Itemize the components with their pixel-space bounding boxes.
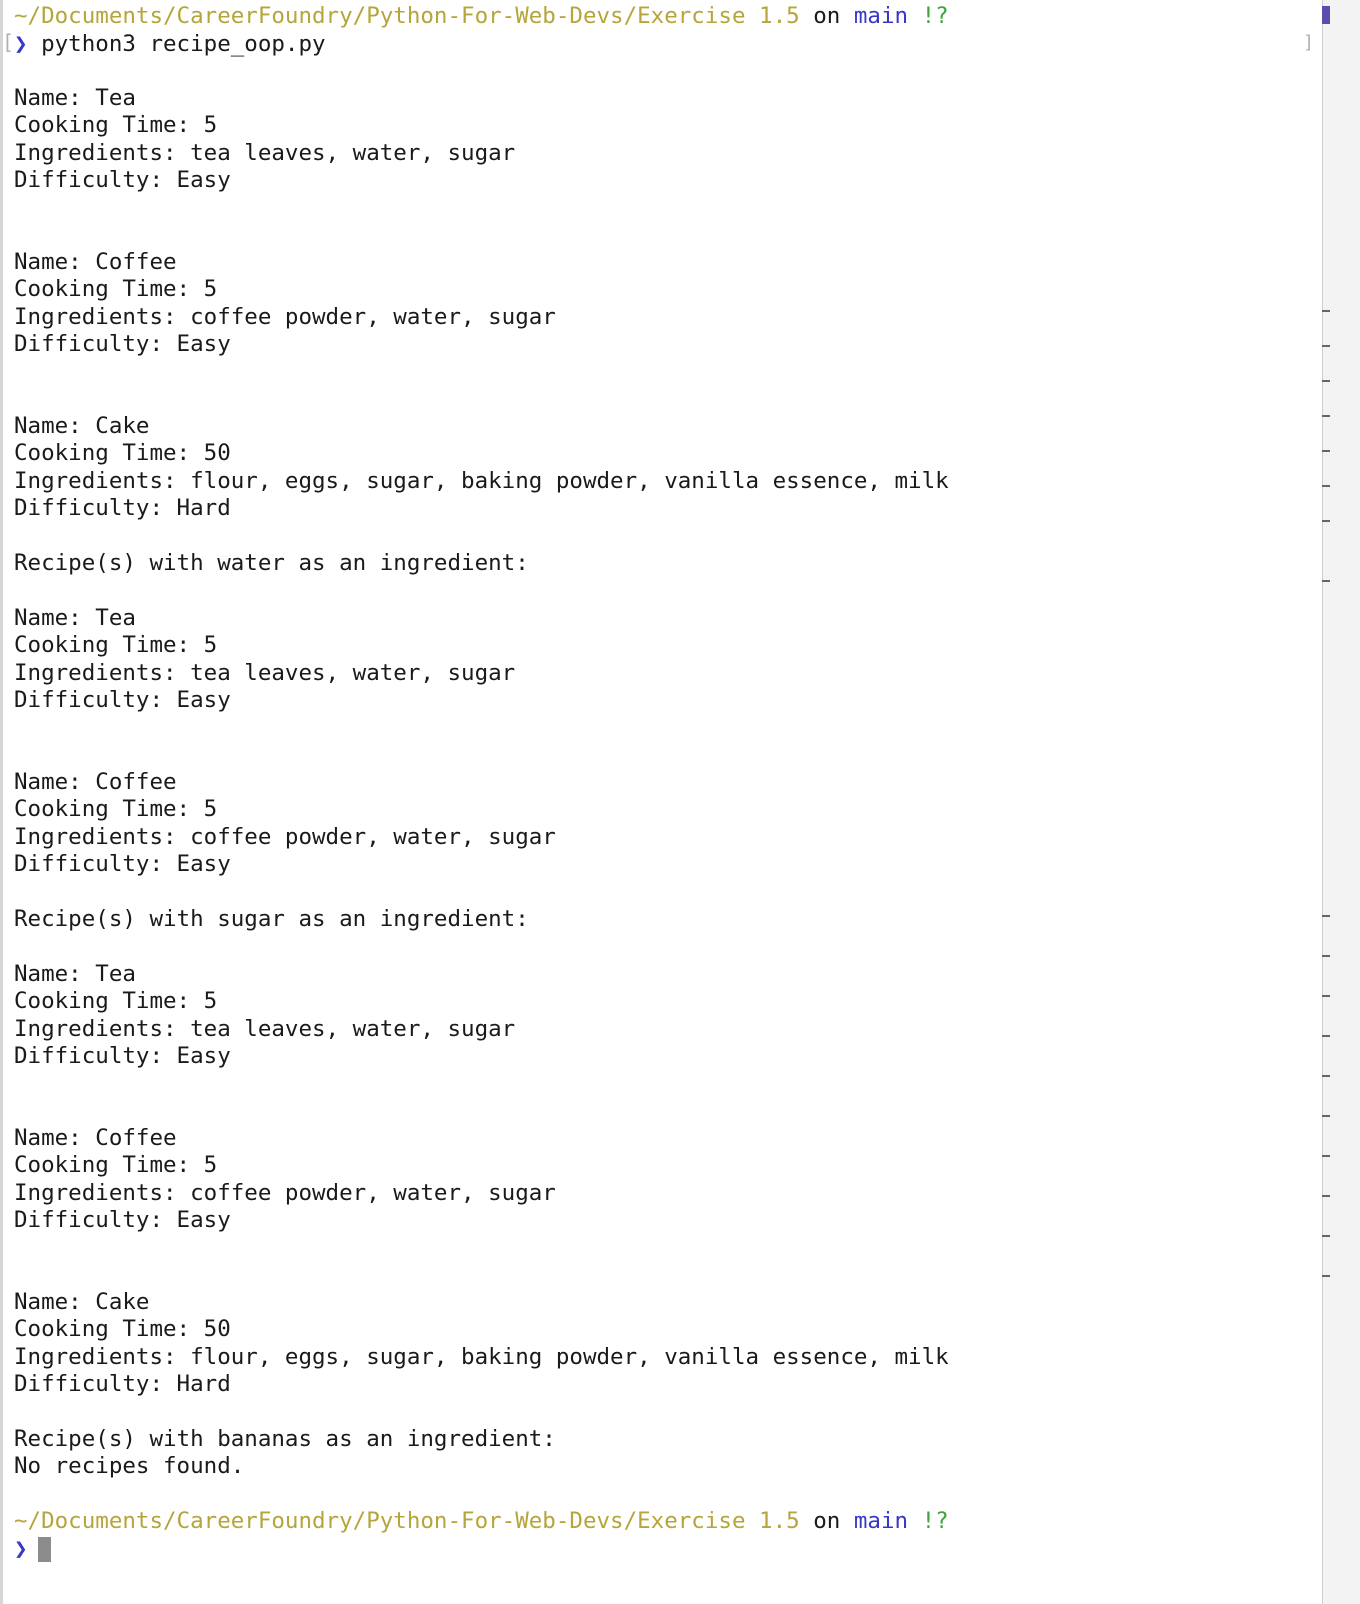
- window-edge: [0, 0, 3, 1604]
- output-line: Recipe(s) with bananas as an ingredient:: [14, 1426, 556, 1452]
- prompt-on: on: [813, 1508, 841, 1534]
- prompt-chevron-icon: ❯: [14, 1536, 28, 1562]
- strip-mark: [1322, 955, 1330, 957]
- text-cursor: [37, 1537, 51, 1562]
- output-line: Name: Coffee: [14, 249, 177, 275]
- strip-mark: [1322, 1235, 1330, 1237]
- output-line: Cooking Time: 5: [14, 632, 218, 658]
- output-line: Name: Cake: [14, 1289, 150, 1315]
- output-line: Cooking Time: 5: [14, 796, 218, 822]
- output-line: Cooking Time: 50: [14, 1316, 231, 1342]
- output-line: Cooking Time: 5: [14, 1152, 218, 1178]
- output-line: Recipe(s) with water as an ingredient:: [14, 550, 529, 576]
- strip-mark: [1322, 1115, 1330, 1117]
- output-line: Difficulty: Easy: [14, 851, 231, 877]
- output-line: Ingredients: coffee powder, water, sugar: [14, 304, 556, 330]
- output-line: Ingredients: tea leaves, water, sugar: [14, 1016, 516, 1042]
- output-line: Ingredients: flour, eggs, sugar, baking …: [14, 468, 949, 494]
- prompt-line: ~/Documents/CareerFoundry/Python-For-Web…: [14, 2, 949, 30]
- prompt-status: !?: [921, 1508, 949, 1534]
- strip-mark: [1322, 310, 1330, 312]
- background-window-strip[interactable]: [1322, 0, 1360, 1604]
- strip-mark: [1322, 995, 1330, 997]
- command-line: ❯ python3 recipe_oop.py: [14, 30, 326, 58]
- strip-mark: [1322, 1035, 1330, 1037]
- command-text: python3 recipe_oop.py: [41, 31, 326, 57]
- output-line: Name: Tea: [14, 85, 136, 111]
- output-line: Recipe(s) with sugar as an ingredient:: [14, 906, 529, 932]
- output-line: Name: Tea: [14, 961, 136, 987]
- output-line: Name: Coffee: [14, 1125, 177, 1151]
- prompt-path: ~/Documents/CareerFoundry/Python-For-Web…: [14, 1508, 800, 1534]
- output-line: Difficulty: Easy: [14, 331, 231, 357]
- strip-mark: [1322, 450, 1330, 452]
- strip-mark: [1322, 1195, 1330, 1197]
- mark-bracket-right-icon: ]: [1303, 32, 1314, 53]
- terminal-window[interactable]: ~/Documents/CareerFoundry/Python-For-Web…: [0, 0, 1322, 1604]
- output-line: Difficulty: Hard: [14, 495, 231, 521]
- prompt-line: ~/Documents/CareerFoundry/Python-For-Web…: [14, 1507, 949, 1535]
- strip-mark: [1322, 345, 1330, 347]
- prompt-status: !?: [921, 3, 949, 29]
- output-line: Name: Cake: [14, 413, 150, 439]
- strip-mark: [1322, 915, 1330, 917]
- accent-mark: [1322, 6, 1330, 24]
- strip-mark: [1322, 1155, 1330, 1157]
- prompt-path: ~/Documents/CareerFoundry/Python-For-Web…: [14, 3, 800, 29]
- mark-bracket-icon: [: [2, 30, 15, 54]
- prompt-chevron-icon: ❯: [14, 31, 28, 57]
- strip-mark: [1322, 415, 1330, 417]
- strip-mark: [1322, 1275, 1330, 1277]
- output-line: Difficulty: Easy: [14, 687, 231, 713]
- output-line: No recipes found.: [14, 1453, 245, 1479]
- strip-mark: [1322, 485, 1330, 487]
- output-line: Cooking Time: 5: [14, 276, 218, 302]
- strip-mark: [1322, 520, 1330, 522]
- prompt-branch: main: [853, 1508, 909, 1534]
- prompt-on: on: [813, 3, 841, 29]
- output-line: Ingredients: flour, eggs, sugar, baking …: [14, 1344, 949, 1370]
- strip-mark: [1322, 1075, 1330, 1077]
- strip-mark: [1322, 580, 1330, 582]
- output-line: Name: Tea: [14, 605, 136, 631]
- output-line: Ingredients: tea leaves, water, sugar: [14, 140, 516, 166]
- output-line: Difficulty: Easy: [14, 167, 231, 193]
- output-line: Ingredients: coffee powder, water, sugar: [14, 1180, 556, 1206]
- output-line: Difficulty: Easy: [14, 1043, 231, 1069]
- output-line: Difficulty: Easy: [14, 1207, 231, 1233]
- strip-mark: [1322, 380, 1330, 382]
- output-line: Cooking Time: 50: [14, 440, 231, 466]
- output-line: Ingredients: tea leaves, water, sugar: [14, 660, 516, 686]
- output-line: Cooking Time: 5: [14, 112, 218, 138]
- output-line: Difficulty: Hard: [14, 1371, 231, 1397]
- output-line: Ingredients: coffee powder, water, sugar: [14, 824, 556, 850]
- prompt-branch: main: [853, 3, 909, 29]
- input-line[interactable]: ❯: [14, 1535, 51, 1563]
- output-line: Name: Coffee: [14, 769, 177, 795]
- output-line: Cooking Time: 5: [14, 988, 218, 1014]
